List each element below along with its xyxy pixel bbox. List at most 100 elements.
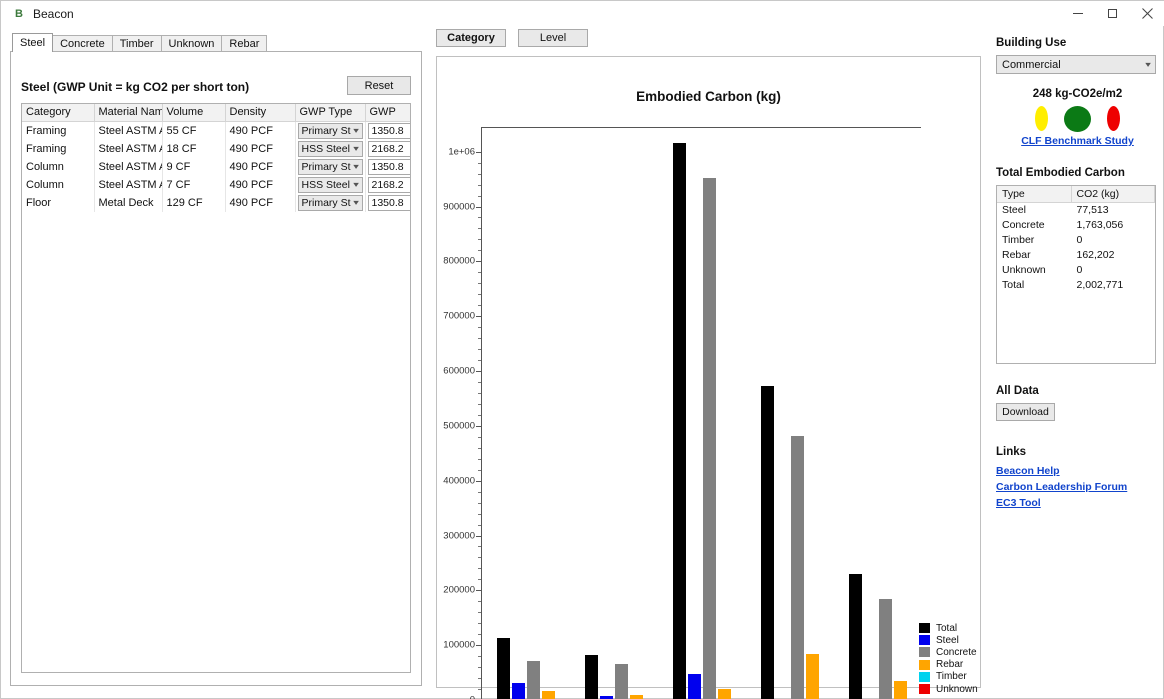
tab-concrete[interactable]: Concrete xyxy=(52,35,113,52)
y-axis-minor-tick xyxy=(478,294,481,295)
legend-item-total: Total xyxy=(919,622,978,634)
legend-label: Rebar xyxy=(936,659,963,670)
cell-category: Floor xyxy=(22,194,94,212)
y-axis-minor-tick xyxy=(478,327,481,328)
legend-swatch xyxy=(919,660,930,670)
bar-framing-steel xyxy=(512,683,525,699)
column-header[interactable]: Volume xyxy=(162,104,225,121)
maximize-button[interactable] xyxy=(1095,1,1130,26)
column-header[interactable]: GWP xyxy=(365,104,411,121)
links-title: Links xyxy=(996,446,1159,458)
table-row[interactable]: FloorMetal Deck129 CF490 PCFPrimary St▾1… xyxy=(22,194,411,212)
cell-category: Framing xyxy=(22,121,94,140)
totals-cell-co2: 77,513 xyxy=(1071,203,1155,218)
minimize-button[interactable] xyxy=(1060,1,1095,26)
tab-content-steel: Steel (GWP Unit = kg CO2 per short ton) … xyxy=(10,51,422,686)
totals-cell-type: Concrete xyxy=(997,218,1071,233)
y-axis-minor-tick xyxy=(478,470,481,471)
gwp-input[interactable]: 1350.8 xyxy=(368,123,412,139)
materials-grid[interactable]: CategoryMaterial NameVolumeDensityGWP Ty… xyxy=(21,103,411,673)
gwp-type-select[interactable]: Primary St▾ xyxy=(298,123,363,139)
link-beacon-help[interactable]: Beacon Help xyxy=(996,465,1159,477)
tab-unknown[interactable]: Unknown xyxy=(161,35,223,52)
y-axis-tick-mark xyxy=(476,207,481,208)
legend-item-rebar: Rebar xyxy=(919,659,978,671)
title-bar: B Beacon xyxy=(1,1,1164,26)
y-axis-tick-mark xyxy=(476,261,481,262)
legend-label: Steel xyxy=(936,635,959,646)
column-header[interactable]: Density xyxy=(225,104,295,121)
gwp-type-select[interactable]: HSS Steel▾ xyxy=(298,141,363,157)
bar-column-rebar xyxy=(630,695,643,699)
y-axis-minor-tick xyxy=(478,437,481,438)
bar-wall-rebar xyxy=(806,654,819,699)
y-axis-minor-tick xyxy=(478,382,481,383)
cell-material: Metal Deck xyxy=(94,194,162,212)
totals-cell-type: Timber xyxy=(997,233,1071,248)
application-window: B Beacon SteelConcreteTimberUnknownRebar… xyxy=(0,0,1164,699)
table-row[interactable]: FramingSteel ASTM A518 CF490 PCFHSS Stee… xyxy=(22,140,411,158)
table-row[interactable]: FramingSteel ASTM A955 CF490 PCFPrimary … xyxy=(22,121,411,140)
gwp-input[interactable]: 1350.8 xyxy=(368,159,412,175)
bar-wall-total xyxy=(761,386,774,699)
totals-row: Timber0 xyxy=(997,233,1155,248)
tab-timber[interactable]: Timber xyxy=(112,35,162,52)
bar-foundation-total xyxy=(849,574,862,699)
gwp-type-value: Primary St xyxy=(302,161,351,173)
material-tabs: SteelConcreteTimberUnknownRebar xyxy=(10,34,422,52)
gwp-type-select[interactable]: HSS Steel▾ xyxy=(298,177,363,193)
tab-steel[interactable]: Steel xyxy=(12,33,53,52)
y-axis-tick-mark xyxy=(476,481,481,482)
y-axis-minor-tick xyxy=(478,623,481,624)
plot-area: 0100000200000300000400000500000600000700… xyxy=(481,100,921,699)
link-ec3-tool[interactable]: EC3 Tool xyxy=(996,497,1159,509)
totals-box: TypeCO2 (kg) Steel77,513Concrete1,763,05… xyxy=(996,185,1156,364)
y-axis-tick-mark xyxy=(476,316,481,317)
cell-gwp: 1350.8 xyxy=(365,194,411,212)
table-row[interactable]: ColumnSteel ASTM A57 CF490 PCFHSS Steel▾… xyxy=(22,176,411,194)
y-axis-minor-tick xyxy=(478,415,481,416)
column-header[interactable]: GWP Type xyxy=(295,104,365,121)
column-header[interactable]: Material Name xyxy=(94,104,162,121)
y-axis-minor-tick xyxy=(478,634,481,635)
y-axis-minor-tick xyxy=(478,185,481,186)
gwp-type-select[interactable]: Primary St▾ xyxy=(298,159,363,175)
category-view-button[interactable]: Category xyxy=(436,29,506,47)
bar-wall-concrete xyxy=(791,436,804,699)
gwp-input[interactable]: 2168.2 xyxy=(368,141,412,157)
cell-gwp: 2168.2 xyxy=(365,140,411,158)
link-carbon-leadership-forum[interactable]: Carbon Leadership Forum xyxy=(996,481,1159,493)
building-use-select[interactable]: Commercial ▾ xyxy=(996,55,1156,74)
y-axis-minor-tick xyxy=(478,612,481,613)
cell-gwp-type: Primary St▾ xyxy=(295,158,365,176)
level-view-button[interactable]: Level xyxy=(518,29,588,47)
cell-category: Column xyxy=(22,176,94,194)
totals-cell-co2: 0 xyxy=(1071,233,1155,248)
legend-swatch xyxy=(919,647,930,657)
totals-cell-co2: 2,002,771 xyxy=(1071,278,1155,293)
tab-rebar[interactable]: Rebar xyxy=(221,35,267,52)
all-data-title: All Data xyxy=(996,385,1159,397)
gwp-input[interactable]: 2168.2 xyxy=(368,177,412,193)
y-axis-minor-tick xyxy=(478,525,481,526)
maximize-icon xyxy=(1108,9,1117,18)
legend-item-concrete: Concrete xyxy=(919,646,978,658)
close-button[interactable] xyxy=(1130,1,1164,26)
gwp-type-value: Primary St xyxy=(302,197,351,209)
clf-benchmark-link[interactable]: CLF Benchmark Study xyxy=(996,135,1159,147)
download-button[interactable]: Download xyxy=(996,403,1055,421)
totals-row: Steel77,513 xyxy=(997,203,1155,218)
chart-panel: Category Level Embodied Carbon (kg) 0100… xyxy=(429,29,985,689)
materials-table: CategoryMaterial NameVolumeDensityGWP Ty… xyxy=(22,104,411,212)
reset-button[interactable]: Reset xyxy=(347,76,411,95)
cell-gwp: 2168.2 xyxy=(365,176,411,194)
table-row[interactable]: ColumnSteel ASTM A99 CF490 PCFPrimary St… xyxy=(22,158,411,176)
legend-swatch xyxy=(919,672,930,682)
column-header[interactable]: Category xyxy=(22,104,94,121)
y-axis-tick-mark xyxy=(476,590,481,591)
totals-cell-type: Steel xyxy=(997,203,1071,218)
cell-volume: 129 CF xyxy=(162,194,225,212)
gwp-input[interactable]: 1350.8 xyxy=(368,195,412,211)
gwp-type-select[interactable]: Primary St▾ xyxy=(298,195,363,211)
y-axis-minor-tick xyxy=(478,546,481,547)
